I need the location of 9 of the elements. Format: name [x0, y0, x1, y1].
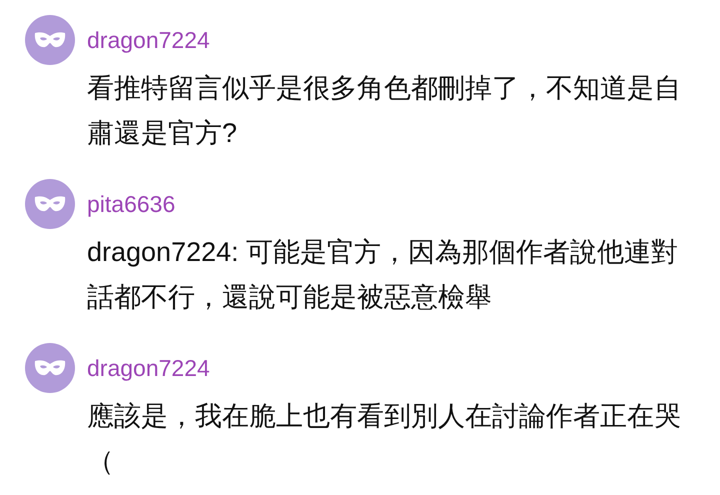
mask-icon [33, 194, 67, 214]
mask-icon [33, 30, 67, 50]
mask-icon [33, 358, 67, 378]
comment-text: dragon7224: 可能是官方，因為那個作者說他連對話都不行，還說可能是被惡意檢舉 [87, 236, 680, 314]
username[interactable]: pita6636 [87, 192, 176, 216]
username[interactable]: dragon7224 [87, 28, 210, 52]
comment-text: 看推特留言似乎是很多角色都刪掉了，不知道是自肅還是官方? [87, 72, 682, 150]
comment-text: 應該是，我在脆上也有看到別人在討論作者正在哭（ [87, 400, 682, 478]
username[interactable]: dragon7224 [87, 356, 210, 380]
